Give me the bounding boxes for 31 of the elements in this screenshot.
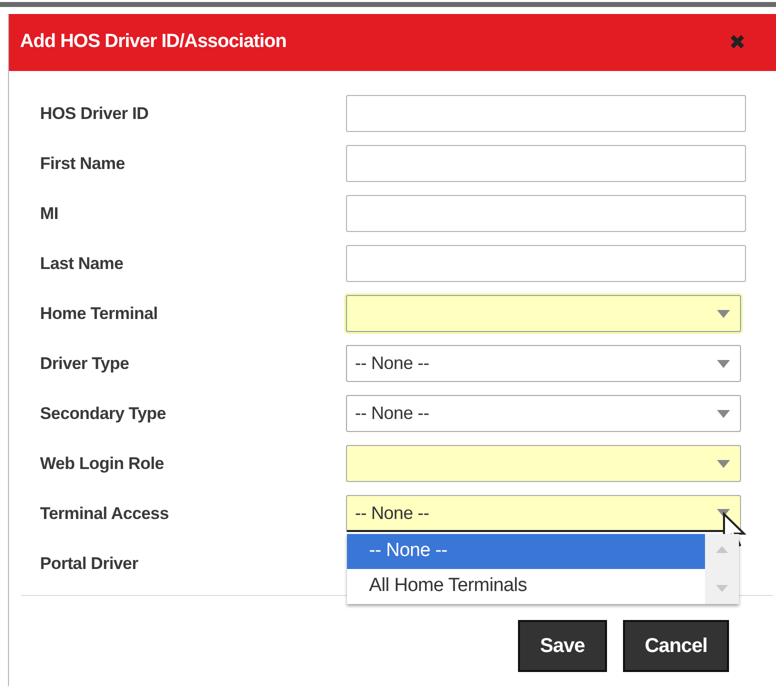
field-label: Last Name [40, 252, 124, 275]
dropdown-arrow-icon [717, 460, 730, 468]
select-field[interactable] [346, 295, 741, 332]
text-input[interactable] [346, 245, 746, 282]
dropdown-arrow-icon [717, 310, 730, 318]
text-input[interactable] [346, 195, 746, 232]
select-field[interactable] [346, 445, 741, 482]
field-label: Driver Type [40, 352, 130, 375]
dialog-button[interactable]: Save [518, 620, 607, 672]
select-field[interactable]: -- None -- [346, 395, 741, 432]
select-field[interactable]: -- None -- [346, 495, 741, 532]
dropdown-arrow-icon [717, 360, 730, 368]
field-label: Secondary Type [40, 402, 167, 425]
dialog-button[interactable]: Cancel [622, 620, 730, 672]
select-field[interactable]: -- None -- [346, 345, 741, 382]
dropdown-arrow-icon [717, 410, 730, 418]
field-label: Home Terminal [40, 302, 159, 325]
scroll-up-arrow-icon[interactable] [716, 546, 728, 553]
field-label: Terminal Access [40, 502, 170, 525]
field-label: HOS Driver ID [40, 102, 150, 125]
scroll-down-arrow-icon[interactable] [716, 585, 728, 592]
text-input[interactable] [346, 95, 746, 132]
field-label: Web Login Role [40, 452, 165, 475]
field-label: Portal Driver [40, 552, 140, 575]
dropdown-option[interactable]: All Home Terminals [347, 569, 705, 604]
dialog-title: Add HOS Driver ID/Association [20, 30, 286, 54]
text-input[interactable] [346, 145, 746, 182]
field-label: MI [40, 202, 60, 225]
scrollbar[interactable] [705, 534, 739, 604]
dropdown-option[interactable]: -- None -- [347, 534, 705, 569]
field-label: First Name [40, 152, 126, 175]
